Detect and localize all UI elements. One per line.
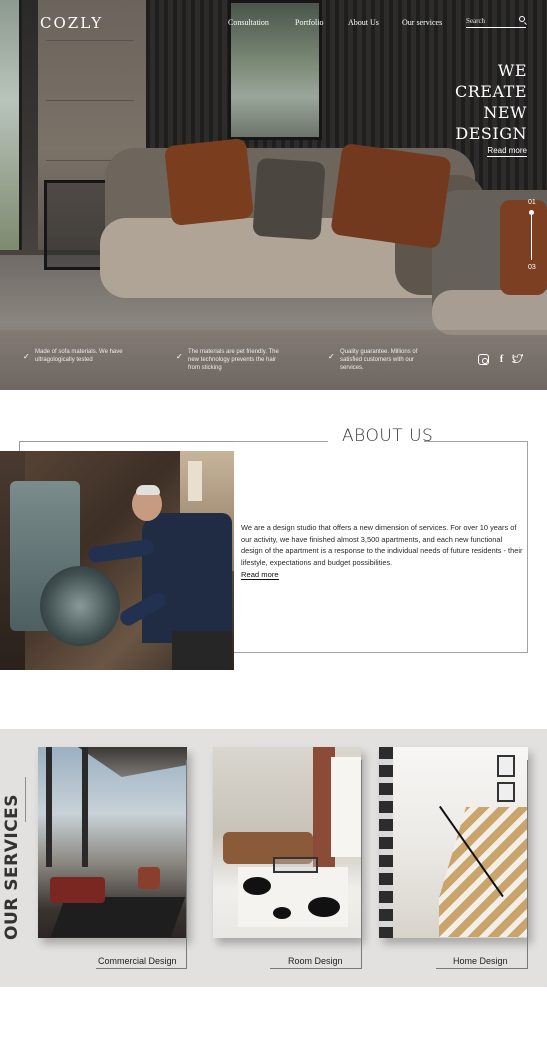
facebook-icon[interactable]: f	[496, 354, 507, 365]
services-title: OUR SERVICES	[2, 793, 22, 940]
nav-link-portfolio[interactable]: Portfolio	[295, 18, 323, 27]
about-image	[0, 451, 234, 670]
hero-section: COZLY Consultation Portfolio About Us Ou…	[0, 0, 547, 390]
hero-title-line: NEW	[483, 103, 527, 122]
service-card-label-commercial[interactable]: Commercial Design	[98, 956, 177, 966]
check-icon: ✓	[328, 352, 335, 361]
image-shape	[308, 897, 340, 917]
card-frame-line	[361, 760, 362, 968]
image-shape	[136, 485, 160, 495]
image-shape	[142, 513, 232, 643]
image-shape	[273, 857, 318, 873]
image-shape	[379, 747, 393, 938]
card-frame-line	[270, 968, 362, 969]
image-shape	[46, 747, 52, 867]
image-shape	[238, 867, 348, 927]
hero-title: WE CREATE NEW DESIGN	[455, 60, 527, 144]
hero-pillow	[330, 142, 452, 250]
hero-window-image	[0, 0, 22, 250]
image-shape	[40, 566, 120, 646]
feature-text: Made of sofa materials. We have ultragol…	[35, 349, 123, 363]
footer-space	[0, 987, 547, 1040]
image-shape	[273, 907, 291, 919]
image-shape	[497, 755, 515, 777]
logo[interactable]: COZLY	[40, 14, 103, 32]
feature-text: The materials are pet friendly. The new …	[188, 349, 279, 371]
hero-armchair-seat	[432, 290, 547, 335]
about-title: ABOUT US	[342, 426, 434, 446]
card-frame-line	[96, 968, 187, 969]
hero-pillow	[500, 200, 547, 295]
service-card-image-commercial[interactable]	[38, 747, 187, 938]
hero-title-line: DESIGN	[455, 124, 527, 143]
service-card-image-room[interactable]	[213, 747, 361, 938]
hero-pillow	[164, 137, 254, 227]
image-shape	[172, 631, 232, 670]
card-frame-line	[527, 760, 528, 968]
about-divider-tick	[19, 441, 20, 451]
feature-text: Quality guarantee. Millions of satisfied…	[340, 349, 418, 371]
search-icon[interactable]	[519, 16, 525, 22]
nav-link-about-us[interactable]: About Us	[348, 18, 379, 27]
image-shape	[78, 747, 187, 777]
hero-read-more-link[interactable]: Read more	[487, 146, 527, 157]
instagram-icon[interactable]	[478, 354, 489, 365]
hero-pillow	[252, 157, 326, 241]
slide-progress-dot[interactable]	[529, 210, 534, 215]
services-title-line	[25, 777, 26, 822]
service-card-image-home[interactable]	[379, 747, 528, 938]
slide-current-number: 01	[528, 199, 536, 206]
hero-title-line: CREATE	[455, 82, 527, 101]
image-shape	[497, 782, 515, 802]
twitter-icon[interactable]	[511, 353, 523, 365]
slide-total-number: 03	[528, 264, 536, 271]
card-frame-line	[436, 968, 528, 969]
nav-link-consultation[interactable]: Consultation	[228, 18, 269, 27]
image-shape	[82, 747, 88, 867]
hero-title-line: WE	[497, 61, 527, 80]
image-shape	[138, 867, 160, 889]
service-card-label-home[interactable]: Home Design	[453, 956, 508, 966]
service-card-label-room[interactable]: Room Design	[288, 956, 343, 966]
image-shape	[188, 461, 202, 501]
about-read-more-link[interactable]: Read more	[241, 570, 279, 580]
image-shape	[331, 757, 361, 857]
image-shape	[50, 897, 186, 937]
card-frame-line	[186, 760, 187, 968]
search-input[interactable]	[466, 15, 526, 28]
about-description: We are a design studio that offers a new…	[241, 523, 523, 567]
image-shape	[243, 877, 271, 895]
slide-progress-line	[531, 210, 532, 260]
check-icon: ✓	[176, 352, 183, 361]
image-shape	[50, 877, 105, 903]
check-icon: ✓	[23, 352, 30, 361]
nav-link-our-services[interactable]: Our services	[402, 18, 442, 27]
